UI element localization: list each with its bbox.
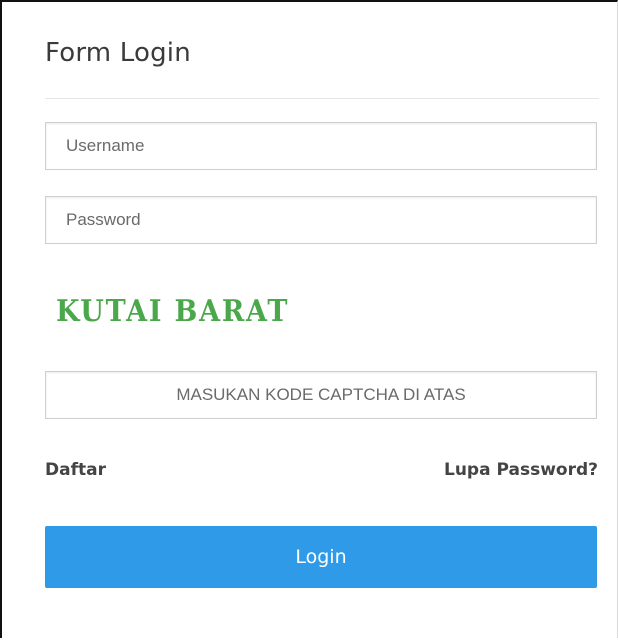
forgot-password-link[interactable]: Lupa Password? bbox=[444, 460, 598, 480]
title-divider bbox=[45, 98, 599, 99]
login-card: Form Login KUTAI BARAT Daftar Lupa Passw… bbox=[18, 18, 612, 640]
form-title: Form Login bbox=[45, 38, 191, 68]
password-input[interactable] bbox=[45, 196, 597, 244]
register-link[interactable]: Daftar bbox=[45, 460, 106, 480]
captcha-input[interactable] bbox=[45, 371, 597, 419]
username-input[interactable] bbox=[45, 122, 597, 170]
page-frame: Form Login KUTAI BARAT Daftar Lupa Passw… bbox=[0, 0, 618, 638]
login-button[interactable]: Login bbox=[45, 526, 597, 588]
captcha-image: KUTAI BARAT bbox=[56, 294, 290, 329]
